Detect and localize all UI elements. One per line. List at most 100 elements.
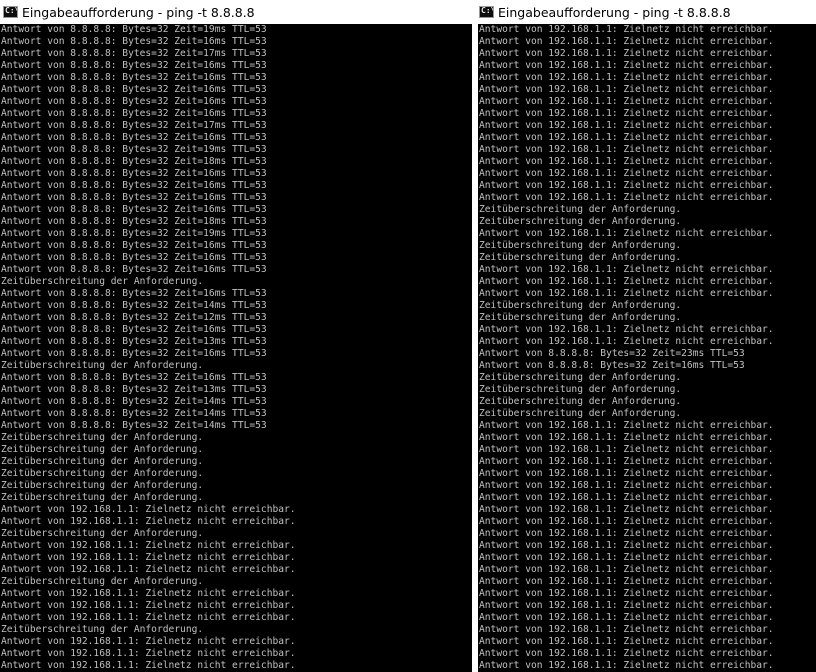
console-line: Antwort von 8.8.8.8: Bytes=32 Zeit=16ms … — [1, 168, 267, 179]
console-line: Zeitüberschreitung der Anforderung. — [479, 216, 682, 227]
console-output[interactable]: Antwort von 192.168.1.1: Zielnetz nicht … — [478, 24, 816, 672]
console-line: Antwort von 8.8.8.8: Bytes=32 Zeit=16ms … — [1, 60, 267, 71]
console-line: Antwort von 8.8.8.8: Bytes=32 Zeit=16ms … — [1, 204, 267, 215]
console-line: Antwort von 192.168.1.1: Zielnetz nicht … — [479, 336, 774, 347]
console-line: Antwort von 192.168.1.1: Zielnetz nicht … — [479, 552, 774, 563]
console-line: Antwort von 192.168.1.1: Zielnetz nicht … — [479, 264, 774, 275]
console-line: Antwort von 8.8.8.8: Bytes=32 Zeit=16ms … — [1, 252, 267, 263]
console-line: Antwort von 192.168.1.1: Zielnetz nicht … — [479, 144, 774, 155]
console-line: Antwort von 192.168.1.1: Zielnetz nicht … — [479, 288, 774, 299]
console-line: Antwort von 8.8.8.8: Bytes=32 Zeit=16ms … — [1, 36, 267, 47]
console-line: Antwort von 8.8.8.8: Bytes=32 Zeit=13ms … — [1, 384, 267, 395]
window-titlebar[interactable]: C:\ Eingabeaufforderung - ping -t 8.8.8.… — [478, 0, 816, 24]
console-line: Antwort von 8.8.8.8: Bytes=32 Zeit=16ms … — [1, 240, 267, 251]
console-line: Antwort von 192.168.1.1: Zielnetz nicht … — [1, 516, 296, 527]
console-line: Zeitüberschreitung der Anforderung. — [1, 432, 204, 443]
console-line: Antwort von 192.168.1.1: Zielnetz nicht … — [1, 540, 296, 551]
console-line: Antwort von 8.8.8.8: Bytes=32 Zeit=14ms … — [1, 420, 267, 431]
console-line: Antwort von 192.168.1.1: Zielnetz nicht … — [479, 564, 774, 575]
console-line: Antwort von 192.168.1.1: Zielnetz nicht … — [479, 156, 774, 167]
console-line: Antwort von 8.8.8.8: Bytes=32 Zeit=23ms … — [479, 348, 745, 359]
console-line: Zeitüberschreitung der Anforderung. — [479, 372, 682, 383]
console-line: Antwort von 8.8.8.8: Bytes=32 Zeit=13ms … — [1, 336, 267, 347]
console-line: Antwort von 192.168.1.1: Zielnetz nicht … — [479, 192, 774, 203]
console-line: Antwort von 192.168.1.1: Zielnetz nicht … — [1, 636, 296, 647]
console-line: Antwort von 192.168.1.1: Zielnetz nicht … — [479, 420, 774, 431]
console-output[interactable]: Antwort von 8.8.8.8: Bytes=32 Zeit=19ms … — [0, 24, 472, 672]
console-line: Antwort von 8.8.8.8: Bytes=32 Zeit=19ms … — [1, 24, 267, 35]
console-line: Zeitüberschreitung der Anforderung. — [479, 408, 682, 419]
window-title: Eingabeaufforderung - ping -t 8.8.8.8 — [22, 4, 255, 20]
console-line: Antwort von 192.168.1.1: Zielnetz nicht … — [479, 612, 774, 623]
console-line: Antwort von 8.8.8.8: Bytes=32 Zeit=18ms … — [1, 216, 267, 227]
console-line: Antwort von 192.168.1.1: Zielnetz nicht … — [1, 612, 296, 623]
console-line: Antwort von 8.8.8.8: Bytes=32 Zeit=14ms … — [1, 408, 267, 419]
console-line: Antwort von 192.168.1.1: Zielnetz nicht … — [479, 576, 774, 587]
console-line: Antwort von 192.168.1.1: Zielnetz nicht … — [479, 24, 774, 35]
console-line: Antwort von 192.168.1.1: Zielnetz nicht … — [479, 180, 774, 191]
console-line: Antwort von 192.168.1.1: Zielnetz nicht … — [479, 624, 774, 635]
console-line: Antwort von 8.8.8.8: Bytes=32 Zeit=16ms … — [1, 180, 267, 191]
console-line: Antwort von 8.8.8.8: Bytes=32 Zeit=16ms … — [1, 348, 267, 359]
console-line: Zeitüberschreitung der Anforderung. — [1, 360, 204, 371]
console-line: Antwort von 192.168.1.1: Zielnetz nicht … — [479, 600, 774, 611]
console-line: Antwort von 192.168.1.1: Zielnetz nicht … — [1, 564, 296, 575]
console-line: Antwort von 8.8.8.8: Bytes=32 Zeit=16ms … — [1, 108, 267, 119]
cmd-icon: C:\ — [479, 6, 494, 18]
console-line: Zeitüberschreitung der Anforderung. — [479, 384, 682, 395]
window-title: Eingabeaufforderung - ping -t 8.8.8.8 — [498, 4, 731, 20]
console-line: Antwort von 192.168.1.1: Zielnetz nicht … — [479, 444, 774, 455]
console-line: Antwort von 8.8.8.8: Bytes=32 Zeit=19ms … — [1, 144, 267, 155]
console-line: Zeitüberschreitung der Anforderung. — [1, 528, 204, 539]
console-line: Antwort von 8.8.8.8: Bytes=32 Zeit=16ms … — [1, 324, 267, 335]
console-line: Zeitüberschreitung der Anforderung. — [1, 492, 204, 503]
console-line: Antwort von 8.8.8.8: Bytes=32 Zeit=16ms … — [1, 372, 267, 383]
console-line: Zeitüberschreitung der Anforderung. — [479, 204, 682, 215]
console-line: Antwort von 192.168.1.1: Zielnetz nicht … — [479, 660, 774, 671]
console-line: Antwort von 192.168.1.1: Zielnetz nicht … — [479, 324, 774, 335]
console-line: Antwort von 8.8.8.8: Bytes=32 Zeit=16ms … — [1, 96, 267, 107]
console-line: Antwort von 192.168.1.1: Zielnetz nicht … — [479, 456, 774, 467]
console-line: Zeitüberschreitung der Anforderung. — [1, 468, 204, 479]
console-line: Antwort von 8.8.8.8: Bytes=32 Zeit=19ms … — [1, 228, 267, 239]
window-titlebar[interactable]: C:\ Eingabeaufforderung - ping -t 8.8.8.… — [0, 0, 472, 24]
console-line: Antwort von 192.168.1.1: Zielnetz nicht … — [1, 588, 296, 599]
console-line: Zeitüberschreitung der Anforderung. — [1, 276, 204, 287]
cmd-icon: C:\ — [3, 6, 18, 18]
console-line: Antwort von 192.168.1.1: Zielnetz nicht … — [479, 60, 774, 71]
console-line: Antwort von 192.168.1.1: Zielnetz nicht … — [479, 36, 774, 47]
console-line: Zeitüberschreitung der Anforderung. — [479, 312, 682, 323]
console-line: Zeitüberschreitung der Anforderung. — [1, 480, 204, 491]
console-line: Antwort von 192.168.1.1: Zielnetz nicht … — [479, 48, 774, 59]
console-line: Antwort von 8.8.8.8: Bytes=32 Zeit=16ms … — [1, 264, 267, 275]
console-line: Antwort von 192.168.1.1: Zielnetz nicht … — [1, 660, 296, 671]
console-line: Antwort von 192.168.1.1: Zielnetz nicht … — [479, 480, 774, 491]
console-line: Zeitüberschreitung der Anforderung. — [1, 444, 204, 455]
console-line: Antwort von 192.168.1.1: Zielnetz nicht … — [479, 228, 774, 239]
console-line: Antwort von 192.168.1.1: Zielnetz nicht … — [1, 504, 296, 515]
console-line: Zeitüberschreitung der Anforderung. — [479, 396, 682, 407]
console-line: Zeitüberschreitung der Anforderung. — [479, 300, 682, 311]
console-line: Antwort von 192.168.1.1: Zielnetz nicht … — [479, 492, 774, 503]
console-line: Antwort von 192.168.1.1: Zielnetz nicht … — [479, 276, 774, 287]
console-line: Zeitüberschreitung der Anforderung. — [1, 456, 204, 467]
console-window-right[interactable]: C:\ Eingabeaufforderung - ping -t 8.8.8.… — [478, 0, 816, 672]
console-window-left[interactable]: C:\ Eingabeaufforderung - ping -t 8.8.8.… — [0, 0, 472, 672]
console-line: Antwort von 192.168.1.1: Zielnetz nicht … — [479, 432, 774, 443]
console-line: Zeitüberschreitung der Anforderung. — [479, 252, 682, 263]
console-line: Antwort von 8.8.8.8: Bytes=32 Zeit=14ms … — [1, 396, 267, 407]
console-line: Antwort von 8.8.8.8: Bytes=32 Zeit=16ms … — [479, 360, 745, 371]
console-line: Antwort von 192.168.1.1: Zielnetz nicht … — [479, 636, 774, 647]
console-line: Antwort von 8.8.8.8: Bytes=32 Zeit=16ms … — [1, 84, 267, 95]
console-line: Antwort von 192.168.1.1: Zielnetz nicht … — [479, 168, 774, 179]
console-line: Antwort von 192.168.1.1: Zielnetz nicht … — [479, 528, 774, 539]
console-line: Zeitüberschreitung der Anforderung. — [1, 624, 204, 635]
console-line: Antwort von 8.8.8.8: Bytes=32 Zeit=17ms … — [1, 120, 267, 131]
console-line: Antwort von 192.168.1.1: Zielnetz nicht … — [479, 84, 774, 95]
console-line: Antwort von 192.168.1.1: Zielnetz nicht … — [479, 72, 774, 83]
console-line: Antwort von 8.8.8.8: Bytes=32 Zeit=17ms … — [1, 48, 267, 59]
console-line: Antwort von 192.168.1.1: Zielnetz nicht … — [479, 120, 774, 131]
console-line: Antwort von 192.168.1.1: Zielnetz nicht … — [479, 108, 774, 119]
console-line: Antwort von 192.168.1.1: Zielnetz nicht … — [479, 468, 774, 479]
console-line: Antwort von 8.8.8.8: Bytes=32 Zeit=16ms … — [1, 132, 267, 143]
